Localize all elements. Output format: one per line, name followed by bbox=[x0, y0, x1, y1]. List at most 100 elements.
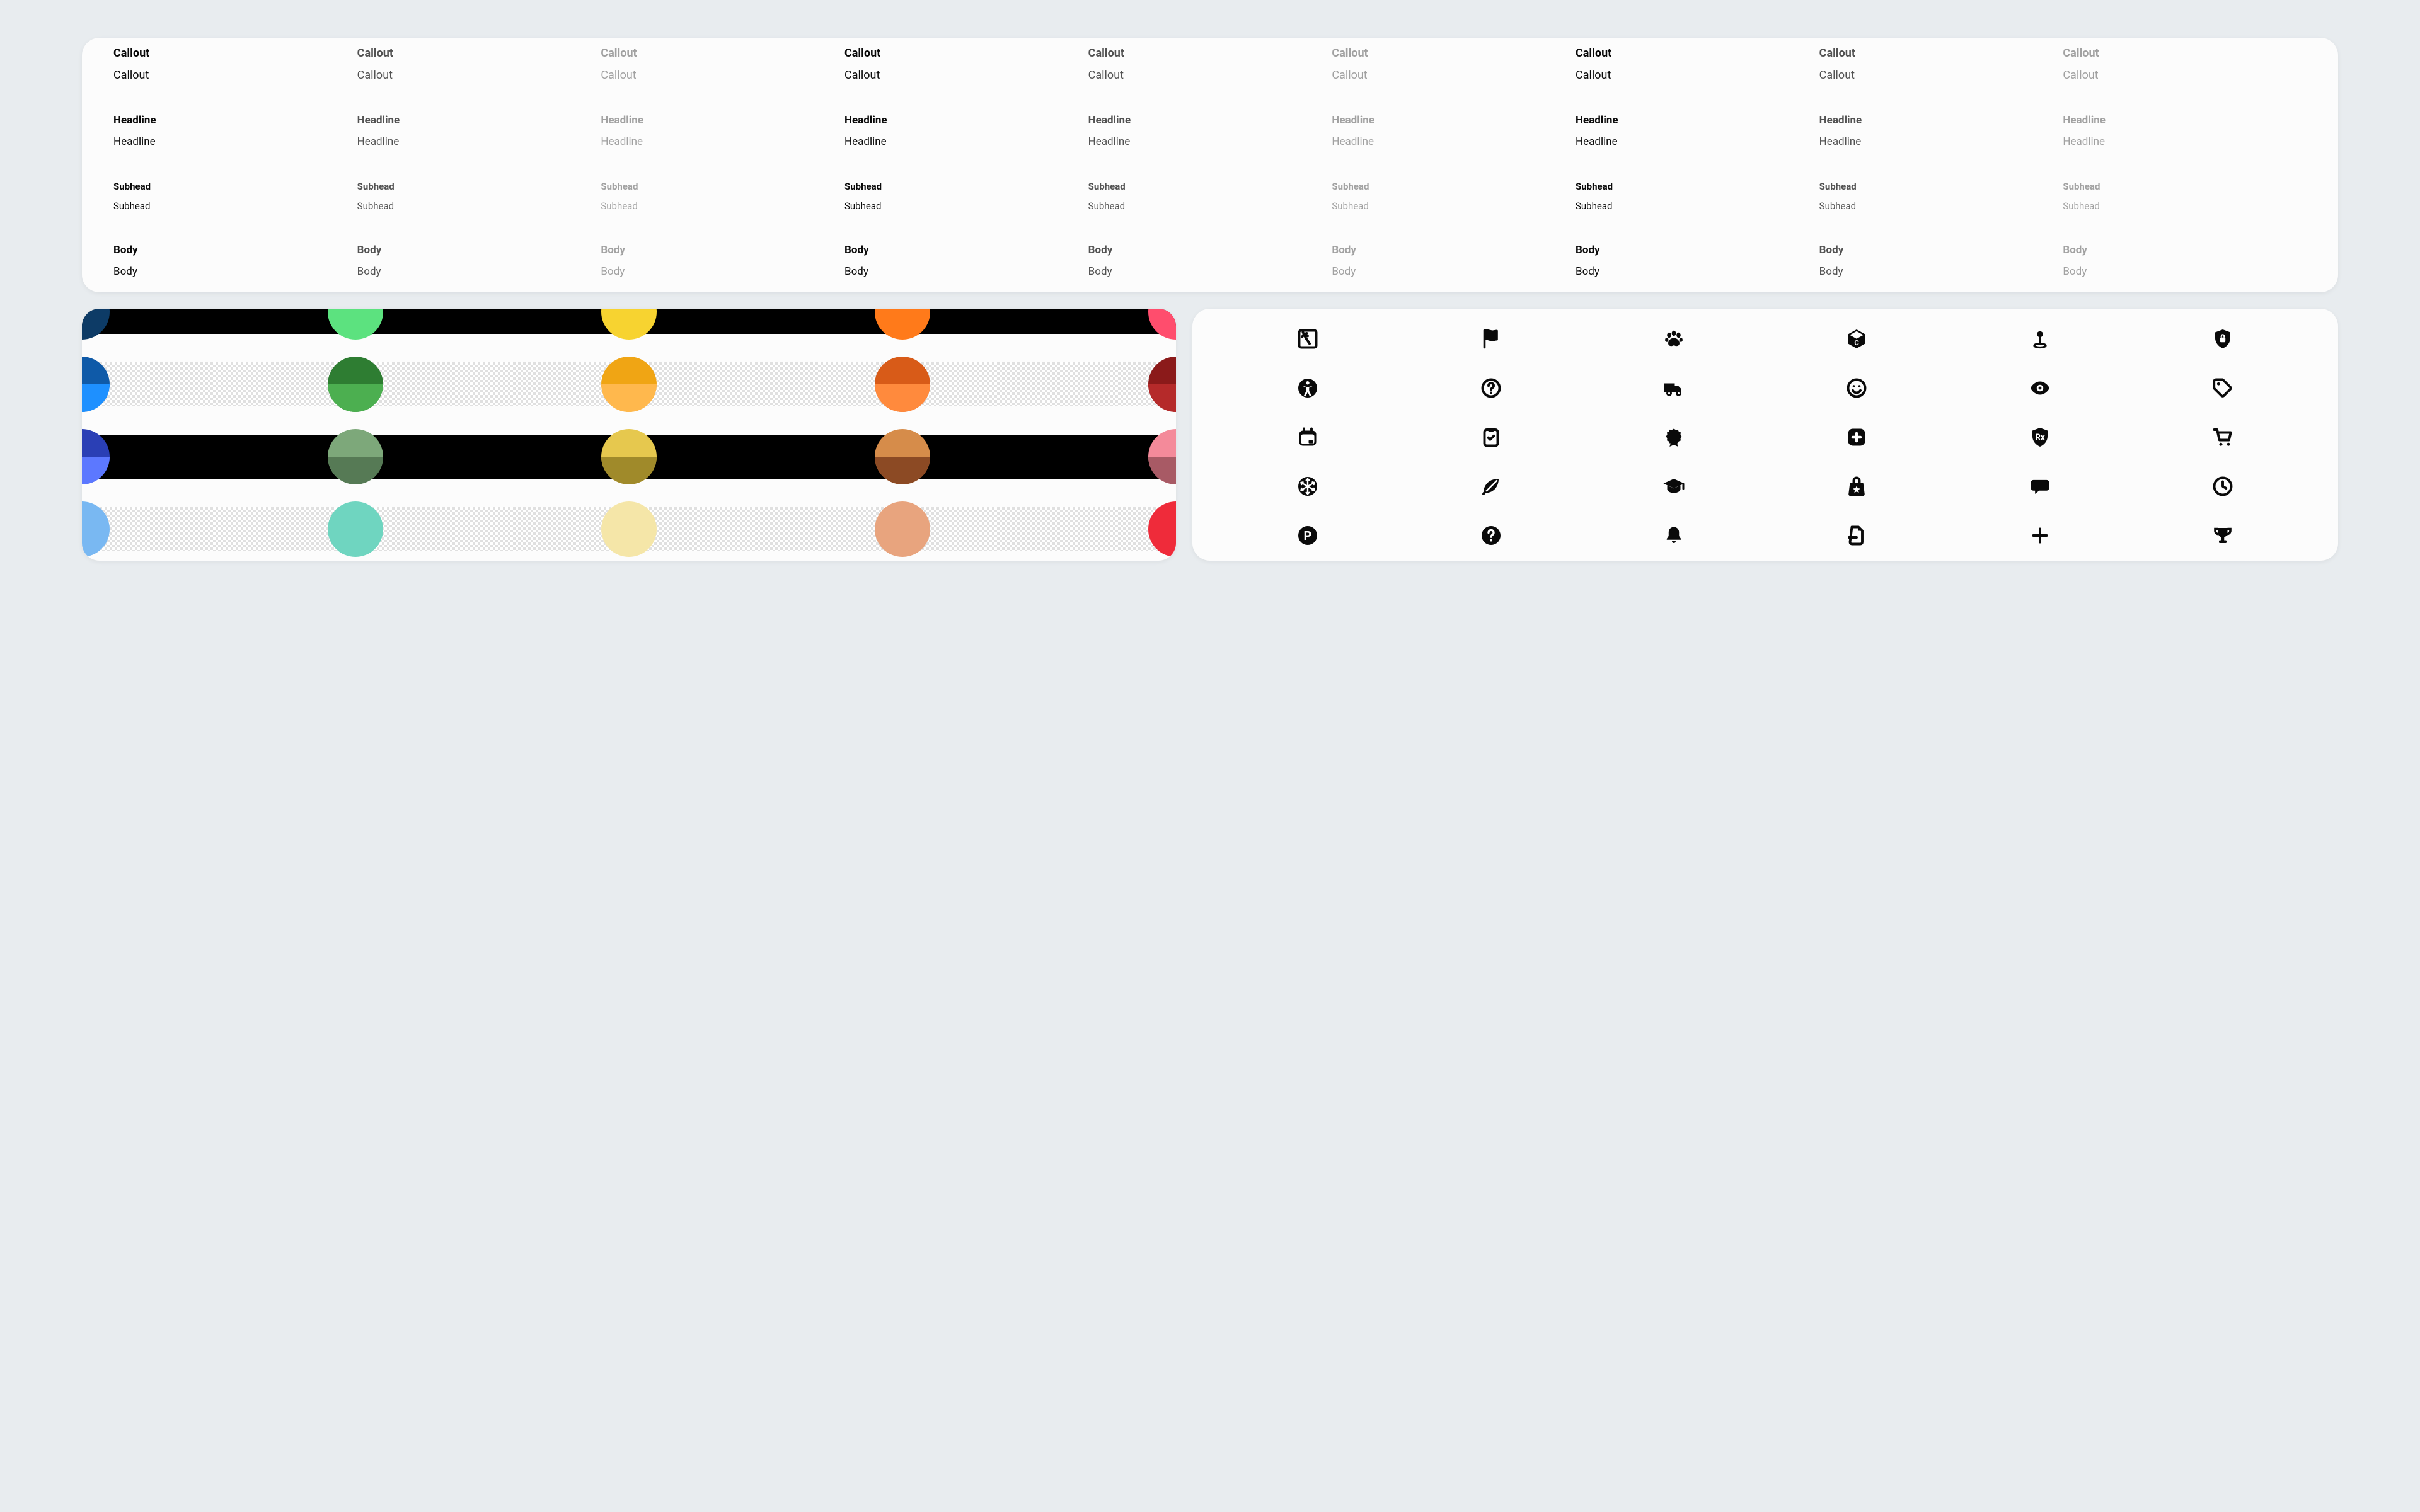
palm-photo-icon bbox=[1296, 328, 1319, 350]
type-sample: Subhead bbox=[2063, 200, 2307, 213]
type-sample: Body bbox=[601, 243, 844, 258]
type-sample: Body bbox=[1088, 265, 1332, 280]
type-sample: Body bbox=[1819, 265, 2063, 280]
type-sample: Subhead bbox=[1088, 180, 1332, 193]
type-sample: Headline bbox=[1332, 113, 1576, 129]
type-sample: Callout bbox=[1332, 67, 1576, 83]
type-group: BodyBodyBody bbox=[113, 243, 844, 258]
eye-icon bbox=[2029, 377, 2051, 399]
type-sample: Callout bbox=[2063, 67, 2307, 83]
palette-stripe bbox=[82, 435, 1176, 479]
type-sample: Subhead bbox=[601, 200, 844, 213]
color-swatch bbox=[1148, 501, 1176, 557]
palette-stripe bbox=[82, 309, 1176, 334]
type-group: SubheadSubheadSubhead bbox=[844, 200, 1576, 213]
shield-rx-icon: Rx bbox=[2029, 426, 2051, 449]
type-sample: Body bbox=[1576, 265, 1819, 280]
type-sample: Subhead bbox=[1332, 180, 1576, 193]
color-swatch bbox=[82, 429, 110, 484]
calendar-icon bbox=[1296, 426, 1319, 449]
plus-icon bbox=[2029, 524, 2051, 547]
type-group: BodyBodyBody bbox=[113, 265, 844, 280]
type-sample: Headline bbox=[113, 135, 357, 150]
type-sample: Subhead bbox=[1819, 200, 2063, 213]
color-swatch bbox=[601, 501, 657, 557]
type-sample: Callout bbox=[1819, 45, 2063, 61]
type-sample: Subhead bbox=[2063, 180, 2307, 193]
type-sample: Callout bbox=[357, 67, 601, 83]
clock-icon bbox=[2211, 475, 2234, 498]
type-sample: Callout bbox=[2063, 45, 2307, 61]
type-sample: Subhead bbox=[1332, 200, 1576, 213]
type-group: CalloutCalloutCallout bbox=[113, 67, 844, 83]
color-swatch bbox=[328, 429, 383, 484]
type-sample: Body bbox=[1332, 243, 1576, 258]
question-circle-icon bbox=[1480, 377, 1502, 399]
type-group: HeadlineHeadlineHeadline bbox=[844, 135, 1576, 150]
type-sample: Headline bbox=[2063, 113, 2307, 129]
type-sample: Headline bbox=[1576, 135, 1819, 150]
package-box-icon: C bbox=[1845, 328, 1868, 350]
color-swatch bbox=[601, 309, 657, 340]
type-row: BodyBodyBodyBodyBodyBodyBodyBodyBody bbox=[113, 265, 2307, 280]
smile-face-icon bbox=[1845, 377, 1868, 399]
color-swatch bbox=[875, 357, 930, 412]
type-sample: Callout bbox=[1819, 67, 2063, 83]
type-sample: Subhead bbox=[357, 180, 601, 193]
type-sample: Subhead bbox=[1576, 180, 1819, 193]
award-ribbon-icon bbox=[1662, 426, 1685, 449]
type-sample: Subhead bbox=[1819, 180, 2063, 193]
type-sample: Subhead bbox=[113, 180, 357, 193]
type-sample: Subhead bbox=[1576, 200, 1819, 213]
question-filled-circle-icon bbox=[1480, 524, 1502, 547]
typography-card: CalloutCalloutCalloutCalloutCalloutCallo… bbox=[82, 38, 2338, 292]
type-sample: Subhead bbox=[844, 180, 1088, 193]
type-group: HeadlineHeadlineHeadline bbox=[844, 113, 1576, 129]
type-sample: Body bbox=[1332, 265, 1576, 280]
type-sample: Body bbox=[2063, 243, 2307, 258]
type-sample: Headline bbox=[357, 135, 601, 150]
chat-bubble-icon bbox=[2029, 475, 2051, 498]
type-group: HeadlineHeadlineHeadline bbox=[113, 113, 844, 129]
type-sample: Body bbox=[1819, 243, 2063, 258]
type-sample: Body bbox=[357, 265, 601, 280]
type-sample: Callout bbox=[1576, 45, 1819, 61]
type-sample: Callout bbox=[1088, 45, 1332, 61]
type-sample: Headline bbox=[844, 135, 1088, 150]
type-sample: Callout bbox=[357, 45, 601, 61]
svg-text:Rx: Rx bbox=[2035, 432, 2045, 442]
type-sample: Callout bbox=[601, 67, 844, 83]
color-swatch bbox=[875, 429, 930, 484]
type-group: CalloutCalloutCallout bbox=[1576, 67, 2307, 83]
leaf-icon bbox=[1480, 475, 1502, 498]
type-row: HeadlineHeadlineHeadlineHeadlineHeadline… bbox=[113, 113, 2307, 129]
type-sample: Subhead bbox=[357, 200, 601, 213]
type-sample: Headline bbox=[844, 113, 1088, 129]
type-group: SubheadSubheadSubhead bbox=[113, 200, 844, 213]
color-swatch bbox=[875, 309, 930, 340]
type-sample: Subhead bbox=[1088, 200, 1332, 213]
type-sample: Callout bbox=[1332, 45, 1576, 61]
type-sample: Callout bbox=[601, 45, 844, 61]
color-swatch bbox=[1148, 309, 1176, 340]
type-sample: Headline bbox=[113, 113, 357, 129]
color-swatch bbox=[601, 429, 657, 484]
type-sample: Subhead bbox=[113, 200, 357, 213]
type-group: SubheadSubheadSubhead bbox=[1576, 200, 2307, 213]
type-sample: Callout bbox=[113, 67, 357, 83]
palette-dot-row bbox=[82, 309, 1176, 340]
type-group: SubheadSubheadSubhead bbox=[1576, 180, 2307, 193]
type-group: HeadlineHeadlineHeadline bbox=[113, 135, 844, 150]
shield-lock-icon bbox=[2211, 328, 2234, 350]
map-pin-point-icon bbox=[2029, 328, 2051, 350]
type-group: SubheadSubheadSubhead bbox=[113, 180, 844, 193]
color-swatch bbox=[875, 501, 930, 557]
type-sample: Headline bbox=[1088, 113, 1332, 129]
palette-stripe bbox=[82, 362, 1176, 406]
svg-text:P: P bbox=[1304, 528, 1312, 542]
type-row: CalloutCalloutCalloutCalloutCalloutCallo… bbox=[113, 38, 2307, 61]
type-sample: Callout bbox=[844, 67, 1088, 83]
palette-dot-row bbox=[82, 501, 1176, 557]
type-sample: Subhead bbox=[844, 200, 1088, 213]
icon-library-card: C Rx P bbox=[1192, 309, 2338, 561]
